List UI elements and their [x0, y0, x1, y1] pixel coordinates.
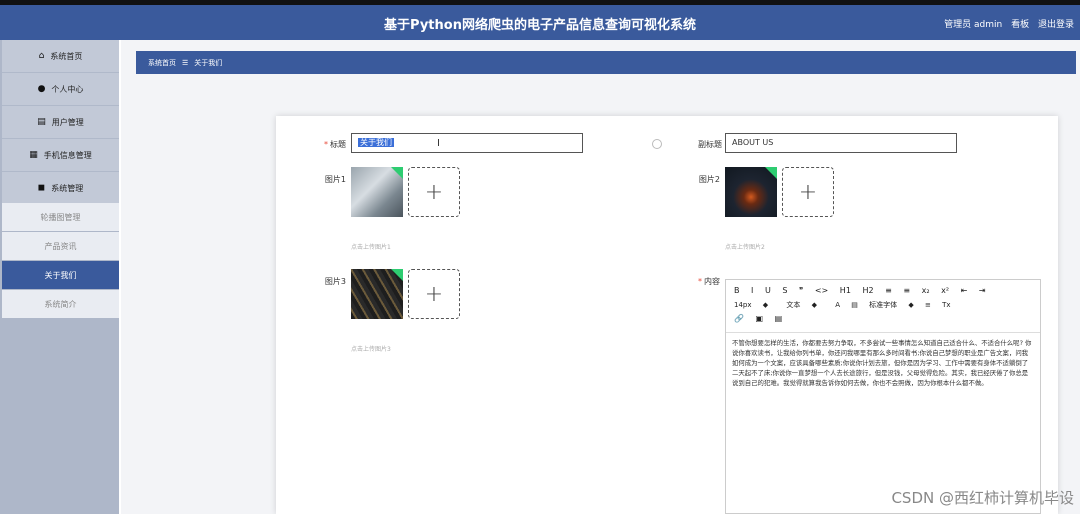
link-icon[interactable]: 🔗 [734, 314, 744, 323]
plus-icon: + [798, 179, 818, 205]
image2-thumbnail[interactable] [725, 167, 777, 217]
content-label-text: 内容 [704, 277, 720, 286]
clear-format-icon[interactable]: Tx [942, 301, 950, 309]
sidebar-item-users[interactable]: ▤ 用户管理 [2, 106, 119, 139]
app-title: 基于Python网络爬虫的电子产品信息查询可视化系统 [384, 18, 696, 33]
subtitle-label: 副标题 [698, 140, 722, 149]
strike-icon[interactable]: S [782, 286, 787, 295]
h1-icon[interactable]: H1 [840, 286, 851, 295]
chevron-icon: ◆ [762, 301, 769, 309]
image1-label: 图片1 [324, 175, 346, 184]
breadcrumb-separator-icon: ☰ [182, 58, 189, 67]
editor-content[interactable]: 不管你想要怎样的生活，你都要去努力争取，不多尝试一些事情怎么知道自己适合什么、不… [732, 338, 1032, 388]
sidebar-item-label: 系统首页 [50, 51, 83, 61]
watermark: CSDN @西红柿计算机毕设 [891, 489, 1074, 507]
bullet-list-icon[interactable]: ≡ [903, 286, 910, 295]
user-icon: ● [37, 84, 46, 94]
image1-hint: 点击上传图片1 [351, 244, 391, 251]
sidebar-subitem-intro[interactable]: 系统简介 [2, 290, 119, 318]
indent-icon[interactable]: ⇥ [979, 286, 986, 295]
breadcrumb-home[interactable]: 系统首页 [148, 58, 176, 68]
superscript-icon[interactable]: x² [941, 286, 949, 295]
sidebar-subitem-about[interactable]: 关于我们 [2, 261, 119, 289]
image3-upload-button[interactable]: + [408, 269, 460, 319]
app-header: 基于Python网络爬虫的电子产品信息查询可视化系统 管理员 admin 看板 … [0, 5, 1080, 40]
title-input[interactable]: 关于我们 [351, 133, 583, 153]
upload-success-badge [765, 167, 777, 179]
image3-label: 图片3 [324, 277, 346, 286]
video-icon[interactable]: ▤ [775, 314, 783, 323]
image2-label: 图片2 [698, 175, 720, 184]
chevron-icon: ◆ [908, 301, 914, 309]
sidebar-subitem-label: 轮播图管理 [40, 212, 81, 222]
image1-thumbnail[interactable] [351, 167, 403, 217]
current-user: 管理员 admin [944, 20, 1003, 30]
ordered-list-icon[interactable]: ≡ [885, 286, 892, 295]
underline-icon[interactable]: U [765, 286, 771, 295]
font-size-select[interactable]: 14px [734, 301, 752, 309]
sidebar-subitem-label: 关于我们 [44, 270, 77, 280]
toolbar-row-2: 14px ◆ 文本 ◆ A ▤ 标准字体 ◆ ≡ Tx [734, 300, 960, 310]
title-input-value: 关于我们 [358, 138, 394, 147]
background-color-icon[interactable]: ▤ [851, 301, 858, 309]
image1-upload-button[interactable]: + [408, 167, 460, 217]
outdent-icon[interactable]: ⇤ [961, 286, 968, 295]
chevron-icon: ◆ [811, 301, 817, 309]
required-mark: * [698, 277, 702, 286]
breadcrumb-current: 关于我们 [194, 58, 223, 67]
plus-icon: + [424, 179, 444, 205]
sidebar-item-home[interactable]: ⌂ 系统首页 [2, 40, 119, 73]
sidebar-subitem-label: 产品资讯 [44, 241, 77, 251]
text-cursor-icon: I [437, 138, 440, 149]
required-mark: * [324, 140, 328, 149]
title-label-text: 标题 [330, 140, 346, 149]
toolbar-row-3: 🔗 ▣ ▤ [734, 314, 791, 323]
bold-icon[interactable]: B [734, 286, 740, 295]
info-circle-icon [652, 139, 662, 149]
image3-thumbnail[interactable] [351, 269, 403, 319]
editor-toolbar: B I U S ❞ <> H1 H2 ≡ ≡ x₂ x² ⇤ ⇥ 14px ◆ … [726, 280, 1040, 333]
font-color-icon[interactable]: A [835, 301, 840, 309]
sidebar-subitem-carousel[interactable]: 轮播图管理 [2, 203, 119, 231]
header-actions: 管理员 admin 看板 退出登录 [938, 17, 1074, 30]
plus-icon: + [424, 281, 444, 307]
image3-hint: 点击上传图片3 [351, 346, 391, 353]
blockquote-icon[interactable]: ❞ [799, 286, 803, 295]
home-icon: ⌂ [38, 51, 45, 61]
board-link[interactable]: 看板 [1011, 20, 1029, 30]
h2-icon[interactable]: H2 [862, 286, 873, 295]
content-label: * 内容 [690, 276, 720, 287]
image-icon[interactable]: ▣ [756, 314, 764, 323]
font-family-select[interactable]: 标准字体 [869, 300, 897, 310]
subtitle-input-value: ABOUT US [732, 138, 774, 147]
image2-upload-button[interactable]: + [782, 167, 834, 217]
title-label: * 标题 [318, 139, 346, 150]
logout-link[interactable]: 退出登录 [1038, 20, 1074, 30]
sidebar-item-profile[interactable]: ● 个人中心 [2, 73, 119, 106]
upload-success-badge [391, 269, 403, 281]
upload-success-badge [391, 167, 403, 179]
grid-icon: ▦ [29, 150, 38, 160]
sidebar-item-system[interactable]: ◼ 系统管理 [2, 172, 119, 205]
align-icon[interactable]: ≡ [925, 301, 931, 309]
sidebar-item-phones[interactable]: ▦ 手机信息管理 [2, 139, 119, 172]
code-icon[interactable]: <> [815, 286, 828, 295]
italic-icon[interactable]: I [751, 286, 753, 295]
users-icon: ▤ [37, 117, 46, 127]
sidebar-subitem-news[interactable]: 产品资讯 [2, 232, 119, 260]
breadcrumb: 系统首页 ☰ 关于我们 [136, 51, 1076, 74]
settings-icon: ◼ [37, 183, 46, 193]
image2-hint: 点击上传图片2 [725, 244, 765, 251]
subscript-icon[interactable]: x₂ [922, 286, 930, 295]
sidebar-subitem-label: 系统简介 [44, 299, 77, 309]
subtitle-input[interactable]: ABOUT US [725, 133, 957, 153]
toolbar-row-1: B I U S ❞ <> H1 H2 ≡ ≡ x₂ x² ⇤ ⇥ [734, 286, 995, 295]
sidebar-item-label: 手机信息管理 [43, 150, 92, 160]
sidebar-item-label: 用户管理 [51, 117, 84, 127]
header-select[interactable]: 文本 [786, 300, 800, 310]
rich-text-editor[interactable]: B I U S ❞ <> H1 H2 ≡ ≡ x₂ x² ⇤ ⇥ 14px ◆ … [725, 279, 1041, 514]
sidebar-item-label: 系统管理 [51, 183, 84, 193]
sidebar-item-label: 个人中心 [51, 84, 84, 94]
